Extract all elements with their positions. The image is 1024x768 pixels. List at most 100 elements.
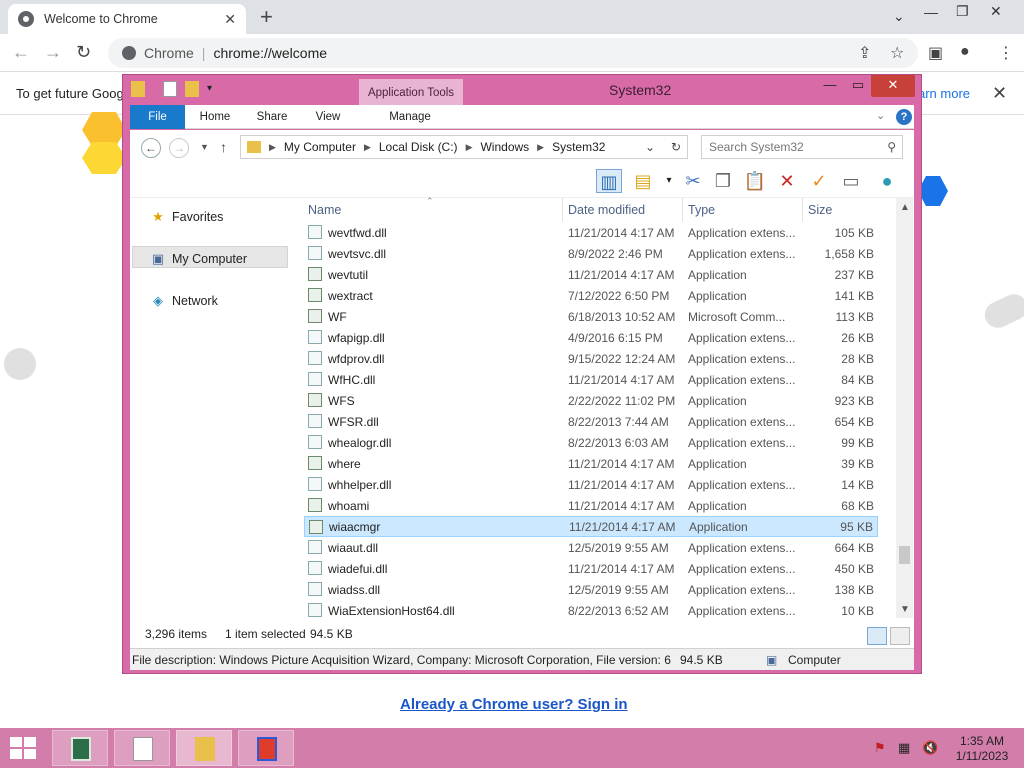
table-row[interactable]: wiaacmgr 11/21/2014 4:17 AM Application 95 …: [304, 516, 878, 537]
back-arrow-icon[interactable]: ←: [12, 42, 30, 63]
sort-indicator-icon: ⌃: [426, 196, 434, 206]
recent-locations-chevron-icon[interactable]: ▼: [200, 142, 209, 152]
column-name[interactable]: Name: [308, 203, 341, 217]
table-row[interactable]: whhelper.dll 11/21/2014 4:17 AM Applicatio…: [304, 474, 878, 495]
paste-icon[interactable]: 📋: [742, 169, 768, 193]
tab-share[interactable]: Share: [248, 105, 296, 129]
scroll-thumb[interactable]: [899, 546, 910, 564]
network-tray-icon[interactable]: ▦: [898, 740, 910, 756]
properties-icon[interactable]: [163, 81, 177, 97]
explorer-close-icon[interactable]: ✕: [871, 75, 915, 97]
breadcrumb-windows[interactable]: Windows: [480, 140, 529, 154]
nav-network[interactable]: ◈ Network: [150, 294, 218, 309]
tab-close-icon[interactable]: ✕: [224, 11, 236, 28]
search-input[interactable]: Search System32 ⚲: [701, 135, 903, 159]
action-center-flag-icon[interactable]: ⚑: [874, 740, 886, 756]
expand-ribbon-chevron-icon[interactable]: ⌄: [876, 109, 885, 122]
application-file-icon: [308, 288, 322, 302]
table-row[interactable]: WFS 2/22/2022 11:02 PM Application 923 KB: [304, 390, 878, 411]
column-size[interactable]: Size: [808, 203, 832, 217]
breadcrumb-system32[interactable]: System32: [552, 140, 605, 154]
rename-icon[interactable]: ▭: [838, 169, 864, 193]
table-row[interactable]: WFSR.dll 8/22/2013 7:44 AM Application ext…: [304, 411, 878, 432]
share-icon[interactable]: ⇪: [858, 43, 871, 63]
close-window-icon[interactable]: ✕: [990, 3, 1002, 20]
start-windows-icon[interactable]: [10, 737, 38, 761]
preview-pane-icon[interactable]: ▥: [596, 169, 622, 193]
address-bar[interactable]: ▶ My Computer ▶ Local Disk (C:) ▶ Window…: [240, 135, 688, 159]
table-row[interactable]: wevtsvc.dll 8/9/2022 2:46 PM Application e…: [304, 243, 878, 264]
new-folder-icon[interactable]: [185, 81, 199, 97]
profile-avatar-icon[interactable]: ●: [960, 43, 970, 61]
nav-my-computer[interactable]: ▣ My Computer: [150, 252, 247, 267]
delete-icon[interactable]: ✕: [774, 169, 800, 193]
table-row[interactable]: WF 6/18/2013 10:52 AM Microsoft Comm... 113…: [304, 306, 878, 327]
tab-view[interactable]: View: [306, 105, 350, 129]
tab-search-chevron-icon[interactable]: ⌄: [893, 8, 905, 25]
file-type: Application extens...: [688, 330, 796, 345]
tab-file[interactable]: File: [130, 105, 185, 129]
cut-icon[interactable]: ✂: [680, 169, 706, 193]
taskbar-clock[interactable]: 1:35 AM 1/11/2023: [952, 734, 1012, 764]
minimize-icon[interactable]: —: [924, 4, 938, 20]
nav-favorites[interactable]: ★ Favorites: [150, 210, 223, 225]
infobar-close-icon[interactable]: ✕: [992, 83, 1007, 104]
help-icon[interactable]: ?: [896, 109, 912, 125]
omnibox[interactable]: Chrome | chrome://welcome: [108, 38, 918, 68]
checkmark-icon[interactable]: ✓: [806, 169, 832, 193]
taskbar-app-setup[interactable]: [238, 730, 294, 766]
explorer-window: ▾ Application Tools System32 — ▭ ✕ File …: [122, 74, 922, 674]
table-row[interactable]: wiaaut.dll 12/5/2019 9:55 AM Application e…: [304, 537, 878, 558]
menu-kebab-icon[interactable]: ⋮: [998, 43, 1014, 63]
file-size: 14 KB: [841, 477, 874, 492]
globe-icon[interactable]: ●: [874, 169, 900, 193]
tab-manage[interactable]: Manage: [384, 105, 436, 129]
table-row[interactable]: wiadss.dll 12/5/2019 9:55 AM Application e…: [304, 579, 878, 600]
taskbar-app-explorer[interactable]: [176, 730, 232, 766]
table-row[interactable]: where 11/21/2014 4:17 AM Application 39 KB: [304, 453, 878, 474]
copy-icon[interactable]: ❐: [710, 169, 736, 193]
table-row[interactable]: whoami 11/21/2014 4:17 AM Application 68 KB: [304, 495, 878, 516]
explorer-titlebar[interactable]: ▾ Application Tools System32 — ▭ ✕: [123, 75, 921, 105]
volume-muted-icon[interactable]: 🔇: [922, 740, 938, 756]
scroll-up-icon[interactable]: ▲: [900, 202, 910, 213]
side-panel-icon[interactable]: ▣: [928, 43, 943, 63]
bookmark-star-icon[interactable]: ☆: [890, 43, 904, 63]
table-row[interactable]: wextract 7/12/2022 6:50 PM Application 141 …: [304, 285, 878, 306]
table-row[interactable]: wfdprov.dll 9/15/2022 12:24 AM Application…: [304, 348, 878, 369]
forward-icon[interactable]: →: [169, 138, 189, 158]
column-type[interactable]: Type: [688, 203, 715, 217]
forward-arrow-icon[interactable]: →: [44, 42, 62, 63]
table-row[interactable]: wfapigp.dll 4/9/2016 6:15 PM Application e…: [304, 327, 878, 348]
folder-options-chevron-icon[interactable]: ▾: [656, 169, 682, 193]
infobar-learn-more-link[interactable]: arn more: [918, 86, 970, 101]
explorer-maximize-icon[interactable]: ▭: [843, 75, 873, 97]
customize-qat-chevron-icon[interactable]: ▾: [207, 83, 212, 94]
breadcrumb-local-disk[interactable]: Local Disk (C:): [379, 140, 458, 154]
scroll-down-icon[interactable]: ▼: [900, 604, 910, 615]
vertical-scrollbar[interactable]: ▲ ▼: [896, 198, 913, 618]
address-dropdown-chevron-icon[interactable]: ⌄: [640, 135, 660, 159]
table-row[interactable]: wiadefui.dll 11/21/2014 4:17 AM Applicatio…: [304, 558, 878, 579]
details-view-icon[interactable]: [867, 627, 887, 645]
taskbar-app-console[interactable]: [52, 730, 108, 766]
column-date-modified[interactable]: Date modified: [568, 203, 645, 217]
breadcrumb-my-computer[interactable]: My Computer: [284, 140, 356, 154]
explorer-minimize-icon[interactable]: —: [815, 75, 845, 97]
folder-options-icon[interactable]: ▤: [630, 169, 656, 193]
up-arrow-icon[interactable]: ↑: [220, 139, 227, 155]
back-icon[interactable]: ←: [141, 138, 161, 158]
chrome-tab-welcome[interactable]: Welcome to Chrome ✕: [8, 4, 246, 34]
already-chrome-user-sign-in-link[interactable]: Already a Chrome user? Sign in: [400, 696, 628, 713]
table-row[interactable]: WfHC.dll 11/21/2014 4:17 AM Application ex…: [304, 369, 878, 390]
new-tab-plus-icon[interactable]: +: [260, 4, 273, 30]
table-row[interactable]: whealogr.dll 8/22/2013 6:03 AM Application…: [304, 432, 878, 453]
table-row[interactable]: wevtutil 11/21/2014 4:17 AM Application 237…: [304, 264, 878, 285]
table-row[interactable]: wevtfwd.dll 11/21/2014 4:17 AM Application…: [304, 222, 878, 243]
refresh-icon[interactable]: ↻: [666, 135, 686, 159]
restore-icon[interactable]: ❐: [956, 3, 969, 20]
taskbar-app-document[interactable]: [114, 730, 170, 766]
reload-icon[interactable]: ↻: [76, 42, 91, 63]
tab-home[interactable]: Home: [192, 105, 238, 129]
large-icons-view-icon[interactable]: [890, 627, 910, 645]
